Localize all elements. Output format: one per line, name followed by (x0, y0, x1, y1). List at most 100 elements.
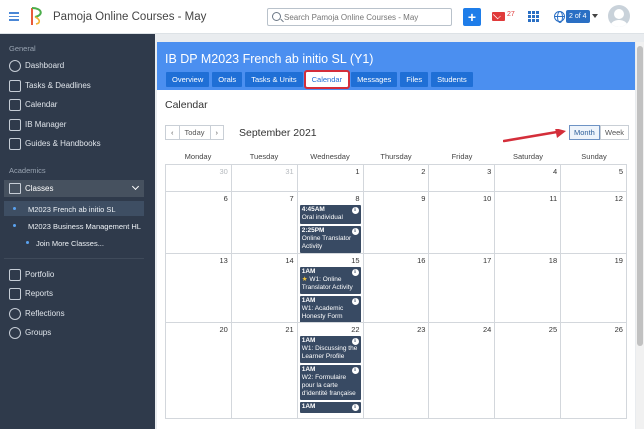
event-time: 1AM (301, 403, 316, 410)
user-avatar[interactable] (608, 5, 630, 27)
tab-messages[interactable]: Messages (351, 72, 398, 87)
class-label: M2023 Business Management HL (28, 222, 141, 231)
sidebar-item-groups[interactable]: Groups (0, 324, 155, 342)
day-number: 23 (417, 325, 426, 334)
calendar-event[interactable]: 1AM i ★ W1: Online Translator Activity (299, 267, 361, 294)
calendar-day-cell[interactable]: 30 (166, 165, 232, 192)
prev-month-button[interactable]: ‹ (165, 125, 180, 140)
event-description: W1: Academic Honesty Form (302, 305, 359, 321)
tab-files[interactable]: Files (400, 72, 429, 87)
day-number: 6 (223, 194, 228, 203)
calendar-day-cell[interactable]: 18 (495, 254, 562, 323)
calendar-event[interactable]: 1AM i W1: Discussing the Learner Profile (299, 336, 361, 363)
calendar-day-cell[interactable]: 5 (561, 165, 627, 192)
calendar-event[interactable]: 1AM i (299, 402, 361, 413)
calendar-day-cell[interactable]: 7 (231, 192, 298, 254)
calendar-day-cell[interactable]: 19 (561, 254, 627, 323)
tab-tasks-units[interactable]: Tasks & Units (245, 72, 303, 87)
info-icon[interactable]: i (351, 207, 359, 214)
globe-icon[interactable] (554, 11, 565, 23)
calendar-day-cell[interactable]: 11 (495, 192, 562, 254)
join-label: Join More Classes... (36, 239, 104, 248)
month-view-button[interactable]: Month (569, 125, 600, 140)
calendar-day-cell[interactable]: 4 (495, 165, 562, 192)
calendar-day-cell[interactable]: 12 (561, 192, 627, 254)
calendar-day-cell[interactable]: 9 (363, 192, 430, 254)
calendar-day-cell[interactable]: 8 4:45AM i Oral individual 2:25PM i Online Tra… (297, 192, 364, 254)
calendar-event[interactable]: 2:25PM i Online Translator Activity (299, 226, 361, 253)
calendar-day-cell[interactable]: 23 (363, 323, 430, 419)
calendar-day-cell[interactable]: 2 (363, 165, 430, 192)
info-icon[interactable]: i (351, 404, 359, 411)
search-input[interactable] (284, 10, 448, 24)
page-scrollbar[interactable] (636, 42, 644, 429)
calendar-day-cell[interactable]: 3 (429, 165, 496, 192)
today-button[interactable]: Today (179, 125, 211, 140)
day-number: 19 (614, 256, 623, 265)
day-number: 18 (548, 256, 558, 265)
calendar-day-cell[interactable]: 17 (429, 254, 496, 323)
info-icon[interactable]: i (351, 269, 359, 276)
tab-calendar[interactable]: Calendar (303, 70, 351, 89)
sidebar-item-classes[interactable]: Classes (4, 180, 144, 197)
tab-overview[interactable]: Overview (166, 72, 210, 87)
calendar-day-cell[interactable]: 26 (561, 323, 627, 419)
red-arrow-annotation (503, 129, 566, 143)
calendar-day-cell[interactable]: 10 (429, 192, 496, 254)
mail-icon[interactable] (492, 12, 505, 21)
sidebar-item-dashboard[interactable]: Dashboard (0, 57, 155, 75)
sidebar-item-portfolio[interactable]: Portfolio (0, 266, 155, 284)
calendar-day-cell[interactable]: 24 (429, 323, 496, 419)
calendar-day-cell[interactable]: 15 1AM i ★ W1: Online Translator Activity 1A… (297, 254, 364, 323)
calendar-day-cell[interactable]: 16 (363, 254, 430, 323)
tab-orals[interactable]: Orals (212, 72, 243, 87)
day-number: 11 (549, 194, 558, 203)
week-view-button[interactable]: Week (600, 125, 630, 140)
join-more-classes-link[interactable]: Join More Classes... (4, 235, 144, 250)
sidebar-item-label: Guides & Handbooks (25, 139, 101, 148)
next-month-button[interactable]: › (210, 125, 225, 140)
calendar-day-cell[interactable]: 20 (166, 323, 232, 419)
calendar-event[interactable]: 1AM i W1: Academic Honesty Form (299, 296, 361, 322)
info-icon[interactable]: i (351, 367, 359, 374)
sidebar-item-guides[interactable]: Guides & Handbooks (0, 135, 155, 153)
sidebar-item-reflections[interactable]: Reflections (0, 305, 155, 323)
calendar-day-cell[interactable]: 21 (231, 323, 298, 419)
sidebar-item-tasks[interactable]: Tasks & Deadlines (0, 77, 155, 95)
calendar-day-cell[interactable]: 25 (495, 323, 562, 419)
calendar-day-cell[interactable]: 6 (166, 192, 232, 254)
sidebar-item-calendar[interactable]: Calendar (0, 96, 155, 114)
add-button[interactable]: + (463, 8, 481, 26)
day-number: 2 (421, 167, 426, 176)
event-time: 1AM (301, 337, 316, 344)
menu-icon[interactable] (9, 12, 19, 21)
sidebar-item-ib-manager[interactable]: IB Manager (0, 116, 155, 134)
calendar-day-cell[interactable]: 22 1AM i W1: Discussing the Learner Profile… (297, 323, 364, 419)
sidebar-class-business[interactable]: M2023 Business Management HL (4, 218, 144, 233)
sidebar-item-label: Classes (25, 184, 54, 193)
calendar-day-cell[interactable]: 1 (297, 165, 364, 192)
day-number: 8 (355, 194, 360, 203)
pamoja-logo[interactable] (30, 7, 46, 26)
calendar-day-cell[interactable]: 14 (231, 254, 298, 323)
day-number: 31 (285, 167, 294, 176)
calendar-event[interactable]: 4:45AM i Oral individual (299, 205, 361, 224)
info-icon[interactable]: i (351, 298, 359, 305)
search-box[interactable] (267, 8, 452, 26)
sidebar-item-label: Reports (25, 289, 54, 298)
calendar-day-cell[interactable]: 13 (166, 254, 232, 323)
info-icon[interactable]: i (351, 338, 359, 345)
course-pager-badge[interactable]: 2 of 4 (566, 10, 590, 23)
event-title: W2: Formulaire pour la carte d'identité … (301, 374, 356, 397)
course-header: IB DP M2023 French ab initio SL (Y1) Ove… (157, 42, 635, 90)
weekday-label: Thursday (380, 152, 412, 161)
scrollbar-thumb[interactable] (637, 46, 643, 346)
apps-grid-icon[interactable] (528, 11, 539, 22)
calendar-event[interactable]: 1AM i W2: Formulaire pour la carte d'ident… (299, 365, 361, 400)
info-icon[interactable]: i (351, 228, 359, 235)
calendar-day-cell[interactable]: 31 (231, 165, 298, 192)
sidebar-class-french[interactable]: M2023 French ab initio SL (4, 201, 144, 216)
chevron-down-icon[interactable] (592, 14, 598, 18)
sidebar-item-reports[interactable]: Reports (0, 285, 155, 303)
tab-students[interactable]: Students (431, 72, 473, 87)
